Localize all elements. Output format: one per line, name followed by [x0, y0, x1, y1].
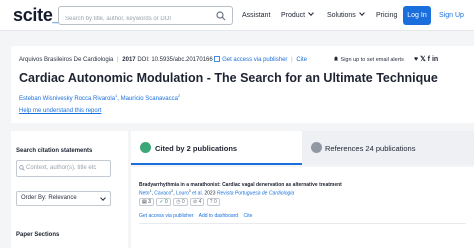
add-to-dashboard-link[interactable]: Add to dashboard	[199, 213, 238, 219]
chevron-down-icon	[358, 10, 365, 16]
external-link-icon	[214, 56, 221, 62]
email-alert-link[interactable]: Sign up to set email alerts	[333, 56, 404, 63]
nav-assistant[interactable]: Assistant	[242, 12, 270, 19]
help-understand-link[interactable]: Help me understand this report	[19, 108, 101, 114]
journal-name: Arquivos Brasileiros De Cardiologia	[19, 57, 114, 63]
paper-header: Arquivos Brasileiros De Cardiologia | 20…	[11, 46, 474, 123]
search-input[interactable]	[59, 10, 209, 28]
author-link[interactable]: Esteban Wisnivesky Rocca Rivarola	[19, 96, 115, 102]
author-link[interactable]: Maurício Scanavacca	[121, 96, 178, 102]
search-citations-heading: Search citation statements	[16, 148, 93, 154]
paper-meta: Arquivos Brasileiros De Cardiologia | 20…	[19, 56, 308, 63]
cite-link[interactable]: Cite	[243, 213, 252, 219]
scite-logo[interactable]: scite_	[13, 5, 63, 26]
get-access-link[interactable]: Get access via publisher	[139, 213, 193, 219]
search-box	[58, 6, 233, 28]
order-by-select[interactable]: Order By: Relevance	[16, 191, 111, 206]
tab-cited-by[interactable]: Cited by 2 publications	[131, 131, 302, 165]
author-list: Esteban Wisnivesky Rocca Rivarola1, Maur…	[19, 93, 181, 102]
paper-sections-heading: Paper Sections	[16, 232, 60, 238]
citation-tally-badges: ▤ 3 ✓ 0 ◷ 0 ⊘ 4 ? 0	[139, 198, 221, 206]
doi[interactable]: DOI: 10.5935/abc.20170166	[137, 57, 212, 63]
chevron-down-icon	[100, 195, 106, 201]
citation-authors: Neto1, Cavaco2, Louro3 et al. 2023 Revis…	[139, 189, 295, 197]
nav-solutions[interactable]: Solutions	[327, 10, 365, 19]
citation-tabs: Cited by 2 publications References 24 pu…	[131, 131, 474, 165]
publications-badge[interactable]: ▤ 3	[139, 198, 154, 206]
cited-by-icon	[140, 142, 151, 153]
unclassified-badge[interactable]: ? 0	[206, 198, 220, 206]
search-icon	[19, 165, 25, 171]
nav-pricing[interactable]: Pricing	[376, 12, 397, 19]
search-icon[interactable]	[216, 11, 226, 21]
publication-year: 2017	[122, 57, 136, 63]
contrasting-badge[interactable]: ⊘ 4	[190, 198, 205, 206]
citation-search-input[interactable]: Context, author(s), title etc	[16, 160, 111, 177]
nav-product[interactable]: Product	[281, 10, 314, 19]
citation-actions: Get access via publisher Add to dashboar…	[139, 213, 256, 219]
chevron-down-icon	[308, 10, 314, 16]
social-share-icons[interactable]: ♥ 𝕏 f in	[414, 55, 438, 63]
bell-icon	[334, 56, 338, 61]
citation-list: Bradyarrhythmia in a marathonist: Cardia…	[131, 167, 474, 248]
page-title: Cardiac Autonomic Modulation - The Searc…	[19, 71, 438, 85]
signup-link[interactable]: Sign Up	[439, 12, 464, 19]
get-access-link[interactable]: Get access via publisher	[222, 57, 287, 63]
cite-link[interactable]: Cite	[296, 57, 307, 63]
divider	[139, 223, 466, 224]
top-nav: scite_ Assistant Product Solutions Prici…	[0, 0, 474, 31]
references-icon	[311, 142, 322, 153]
mentioning-badge[interactable]: ◷ 0	[173, 198, 188, 206]
login-button[interactable]: Log In	[403, 6, 431, 25]
citation-title[interactable]: Bradyarrhythmia in a marathonist: Cardia…	[139, 182, 342, 188]
citation-sidebar: Search citation statements Context, auth…	[11, 131, 128, 248]
supporting-badge[interactable]: ✓ 0	[156, 198, 171, 206]
